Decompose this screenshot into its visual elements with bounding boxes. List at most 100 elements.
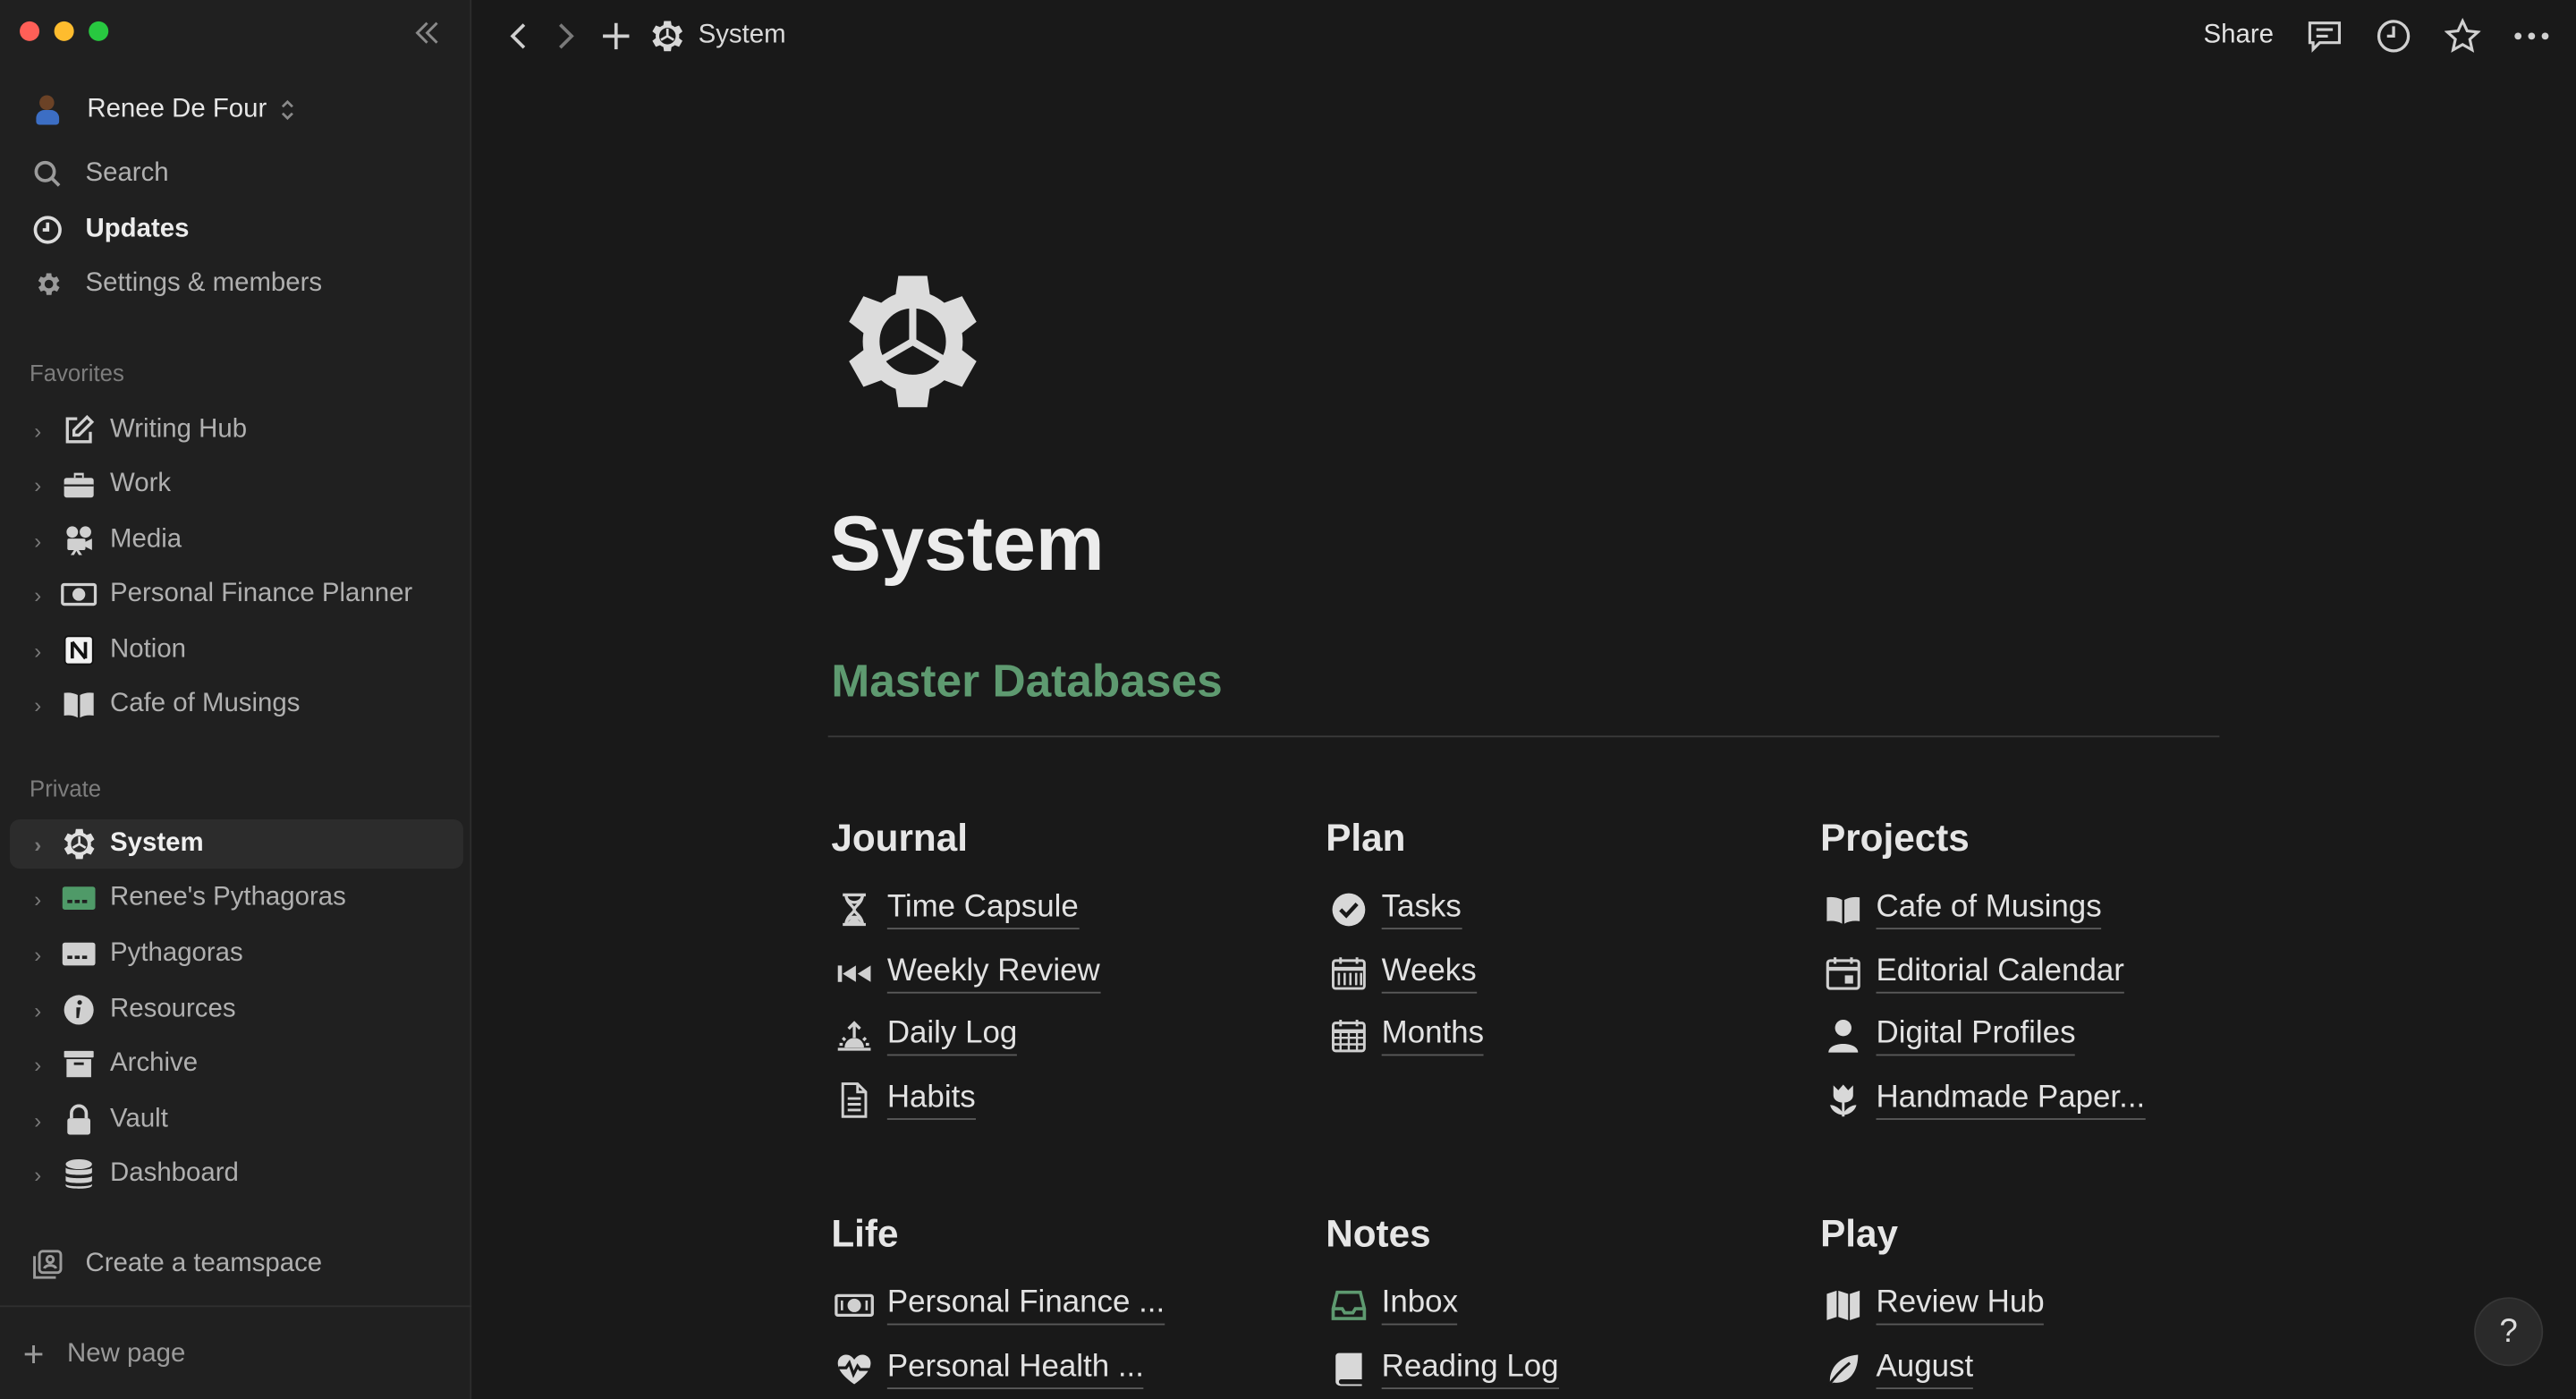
column-heading[interactable]: Plan (1326, 816, 1802, 869)
sidebar-updates[interactable]: Updates (10, 205, 463, 254)
history-clock-icon[interactable] (2376, 18, 2411, 54)
sidebar-item-label: Personal Finance Planner (110, 580, 413, 608)
forward-arrow-icon[interactable] (547, 16, 587, 55)
link-label: Handmade Paper... (1876, 1080, 2146, 1120)
breadcrumb-label: System (698, 21, 786, 50)
breadcrumb[interactable]: System (648, 18, 786, 54)
link-inbox[interactable]: Inbox (1326, 1275, 1802, 1338)
workspace-switcher[interactable]: Renee De Four (30, 92, 296, 128)
collapse-sidebar-icon[interactable] (409, 16, 445, 52)
section-heading-master-databases[interactable]: Master Databases (831, 655, 1222, 708)
favorites-label[interactable]: Favorites (30, 360, 124, 386)
column-notes: Notes Inbox Reading Log (1326, 1212, 1802, 1399)
sidebar-item-cafe-of-musings[interactable]: › Cafe of Musings (10, 680, 463, 729)
link-months[interactable]: Months (1326, 1005, 1802, 1068)
chevron-right-icon[interactable]: › (25, 692, 51, 717)
chevron-right-icon[interactable]: › (25, 638, 51, 663)
link-reading-log[interactable]: Reading Log (1326, 1337, 1802, 1399)
chevron-right-icon[interactable]: › (25, 832, 51, 857)
checkmark-circle-icon (1329, 890, 1368, 929)
column-heading[interactable]: Notes (1326, 1212, 1802, 1265)
sidebar-item-label: Renee's Pythagoras (110, 883, 346, 911)
sidebar-item-archive[interactable]: › Archive (10, 1039, 463, 1089)
link-personal-finance[interactable]: Personal Finance ... (831, 1275, 1308, 1338)
tulip-icon (1824, 1080, 1863, 1119)
link-personal-health[interactable]: Personal Health ... (831, 1337, 1308, 1399)
chevron-right-icon[interactable]: › (25, 418, 51, 443)
share-button[interactable]: Share (2204, 21, 2274, 51)
chevron-right-icon[interactable]: › (25, 1107, 51, 1132)
sidebar-item-personal-finance-planner[interactable]: › Personal Finance Planner (10, 570, 463, 619)
zoom-window-button[interactable] (89, 21, 109, 41)
sidebar-item-media[interactable]: › Media (10, 515, 463, 564)
link-tasks[interactable]: Tasks (1326, 878, 1802, 942)
page-title[interactable]: System (830, 497, 1105, 588)
link-label: Inbox (1381, 1286, 1459, 1326)
info-icon (61, 992, 97, 1028)
card-green-icon (61, 880, 97, 916)
chevron-right-icon[interactable]: › (25, 997, 51, 1022)
column-heading[interactable]: Projects (1820, 816, 2297, 869)
sidebar-item-label: Notion (110, 635, 187, 664)
link-editorial-calendar[interactable]: Editorial Calendar (1820, 942, 2297, 1005)
create-teamspace-button[interactable]: Create a teamspace (10, 1240, 463, 1289)
divider (827, 735, 2220, 738)
chevron-right-icon[interactable]: › (25, 528, 51, 553)
link-weeks[interactable]: Weeks (1326, 942, 1802, 1005)
link-label: Weeks (1381, 954, 1477, 994)
add-page-icon[interactable] (597, 16, 636, 55)
link-review-hub[interactable]: Review Hub (1820, 1275, 2297, 1338)
star-icon[interactable] (2445, 18, 2481, 54)
chevron-right-icon[interactable]: › (25, 582, 51, 607)
link-digital-profiles[interactable]: Digital Profiles (1820, 1005, 2297, 1068)
chevron-up-down-icon (280, 96, 296, 123)
sidebar-item-vault[interactable]: › Vault (10, 1095, 463, 1144)
more-options-icon[interactable] (2513, 18, 2549, 54)
gear-icon (648, 18, 684, 54)
sidebar-item-label: Archive (110, 1049, 199, 1078)
link-label: Reading Log (1381, 1349, 1559, 1389)
link-label: Review Hub (1876, 1286, 2045, 1326)
comment-icon[interactable] (2307, 18, 2343, 54)
sidebar-search[interactable]: Search (10, 149, 463, 199)
hourglass-icon (835, 890, 874, 929)
search-icon (30, 156, 65, 191)
chevron-right-icon[interactable]: › (25, 942, 51, 967)
close-window-button[interactable] (20, 21, 40, 41)
sidebar-item-system[interactable]: › System (10, 819, 463, 869)
chevron-right-icon[interactable]: › (25, 886, 51, 911)
help-button[interactable]: ? (2474, 1297, 2544, 1367)
chevron-right-icon[interactable]: › (25, 1052, 51, 1077)
page-gear-icon[interactable] (831, 263, 988, 420)
column-heading[interactable]: Life (831, 1212, 1308, 1265)
minimize-window-button[interactable] (54, 21, 74, 41)
chevron-right-icon[interactable]: › (25, 1162, 51, 1187)
chevron-right-icon[interactable]: › (25, 472, 51, 497)
gear-icon (61, 826, 97, 861)
sidebar-item-renees-pythagoras[interactable]: › Renee's Pythagoras (10, 874, 463, 923)
link-cafe-of-musings[interactable]: Cafe of Musings (1820, 878, 2297, 942)
link-time-capsule[interactable]: Time Capsule (831, 878, 1308, 942)
archive-icon (61, 1046, 97, 1081)
link-handmade-paper[interactable]: Handmade Paper... (1820, 1068, 2297, 1132)
back-arrow-icon[interactable] (498, 16, 538, 55)
link-august[interactable]: August (1820, 1337, 2297, 1399)
sidebar-settings[interactable]: Settings & members (10, 259, 463, 309)
link-weekly-review[interactable]: Weekly Review (831, 942, 1308, 1005)
notion-icon (61, 632, 97, 668)
new-page-button[interactable]: + New page (23, 1334, 186, 1377)
link-daily-log[interactable]: Daily Log (831, 1005, 1308, 1068)
sidebar-item-dashboard[interactable]: › Dashboard (10, 1149, 463, 1199)
link-habits[interactable]: Habits (831, 1068, 1308, 1132)
private-label[interactable]: Private (30, 775, 101, 801)
sidebar-item-work[interactable]: › Work (10, 460, 463, 509)
app-window: Renee De Four Search Updates Settings & … (0, 0, 2576, 1399)
sidebar-item-resources[interactable]: › Resources (10, 985, 463, 1034)
sidebar-item-notion[interactable]: › Notion (10, 625, 463, 674)
sidebar-item-writing-hub[interactable]: › Writing Hub (10, 405, 463, 454)
column-heading[interactable]: Journal (831, 816, 1308, 869)
map-icon (1824, 1286, 1863, 1326)
document-icon (835, 1080, 874, 1119)
column-heading[interactable]: Play (1820, 1212, 2297, 1265)
sidebar-item-pythagoras[interactable]: › Pythagoras (10, 929, 463, 979)
